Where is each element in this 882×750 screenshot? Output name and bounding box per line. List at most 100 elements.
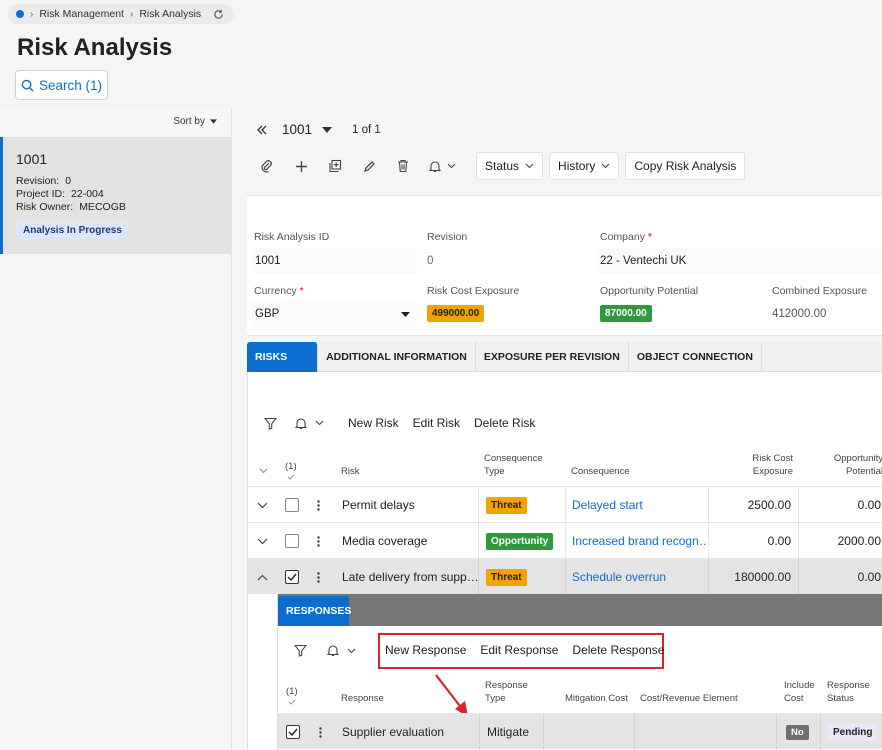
combined-exposure-label: Combined Exposure <box>772 285 868 297</box>
response-status-header[interactable]: Response Status <box>827 679 870 705</box>
table-row[interactable]: Supplier evaluation Mitigate No Pending <box>278 713 882 750</box>
sort-by-label: Sort by <box>173 116 205 127</box>
tab-bar: RISKS ADDITIONAL INFORMATION EXPOSURE PE… <box>247 342 882 372</box>
tab-exposure-per-revision[interactable]: EXPOSURE PER REVISION <box>476 342 629 372</box>
delete-icon[interactable] <box>386 152 420 180</box>
responses-grid-toolbar <box>294 644 356 657</box>
risk-cost-cell: 180000.00 <box>734 570 791 584</box>
consequence-link[interactable]: Delayed start <box>572 487 643 523</box>
caret-down-icon[interactable] <box>401 312 410 317</box>
table-row[interactable]: Media coverage Opportunity Increased bra… <box>248 522 882 559</box>
opportunity-cell: 2000.00 <box>837 534 881 548</box>
risk-analysis-form: Risk Analysis ID 1001 Revision 0 Company… <box>247 195 882 336</box>
response-header[interactable]: Response <box>341 692 384 705</box>
chevron-right-icon: › <box>30 8 34 20</box>
risk-cost-exposure-header[interactable]: Risk Cost Exposure <box>738 452 793 478</box>
responses-panel: RESPONSES New Response Edit Response Del… <box>277 594 882 750</box>
first-record-icon[interactable] <box>256 124 268 136</box>
add-icon[interactable] <box>284 152 318 180</box>
consequence-link[interactable]: Schedule overrun <box>572 559 666 595</box>
record-card-project: Project ID: 22-004 <box>16 188 104 200</box>
row-checkbox-checked[interactable] <box>286 714 300 750</box>
risk-analysis-id-value: 1001 <box>255 255 281 267</box>
record-card-revision: Revision: 0 <box>16 175 72 187</box>
home-icon[interactable] <box>16 10 24 18</box>
chevron-down-icon[interactable] <box>257 523 268 559</box>
risk-cost-exposure-badge: 499000.00 <box>427 305 485 322</box>
risks-grid: New Risk Edit Risk Delete Risk (1) Risk … <box>247 372 882 750</box>
notification-bell-icon[interactable] <box>327 644 339 657</box>
new-response-button[interactable]: New Response <box>385 643 466 657</box>
caret-down-icon[interactable] <box>322 126 333 133</box>
history-menu-button[interactable]: History <box>549 152 620 180</box>
risk-cell: Late delivery from supp… <box>342 570 479 584</box>
breadcrumb: › Risk Management › Risk Analysis <box>8 4 235 24</box>
breadcrumb-item-risk-management[interactable]: Risk Management <box>39 8 124 20</box>
chevron-down-icon[interactable] <box>315 420 324 426</box>
new-risk-button[interactable]: New Risk <box>348 416 399 430</box>
include-cost-header[interactable]: Include Cost <box>784 679 815 705</box>
opportunity-potential-label: Opportunity Potential <box>600 285 699 297</box>
row-more-icon[interactable] <box>317 523 320 559</box>
response-actions: New Response Edit Response Delete Respon… <box>385 643 678 657</box>
consequence-link[interactable]: Increased brand recogn… <box>572 523 711 559</box>
notification-bell-icon[interactable] <box>420 152 464 180</box>
row-more-icon[interactable] <box>317 487 320 523</box>
row-checkbox-checked[interactable] <box>285 559 299 595</box>
edit-icon[interactable] <box>352 152 386 180</box>
notification-bell-icon[interactable] <box>295 417 307 430</box>
chevron-down-icon[interactable] <box>257 487 268 523</box>
delete-response-button[interactable]: Delete Response <box>572 643 664 657</box>
expand-all-icon[interactable] <box>259 468 268 474</box>
chevron-down-icon[interactable] <box>347 648 356 654</box>
refresh-icon[interactable] <box>213 9 224 20</box>
breadcrumb-item-risk-analysis[interactable]: Risk Analysis <box>139 8 201 20</box>
row-more-icon[interactable] <box>317 559 320 595</box>
filter-icon[interactable] <box>264 417 277 430</box>
risk-cost-exposure-label: Risk Cost Exposure <box>427 285 520 297</box>
mitigation-cost-header[interactable]: Mitigation Cost <box>565 692 628 705</box>
record-position: 1 of 1 <box>352 123 381 136</box>
chevron-up-icon[interactable] <box>257 559 268 595</box>
row-more-icon[interactable] <box>319 714 322 750</box>
risk-header[interactable]: Risk <box>341 465 359 478</box>
sort-by-dropdown[interactable]: Sort by <box>173 116 217 127</box>
edit-risk-button[interactable]: Edit Risk <box>413 416 460 430</box>
tab-responses[interactable]: RESPONSES <box>278 596 351 626</box>
currency-label: Currency * <box>254 285 304 297</box>
row-checkbox[interactable] <box>285 487 299 523</box>
opportunity-potential-header[interactable]: Opportunity Potential <box>818 452 882 478</box>
company-label: Company * <box>600 231 652 243</box>
risk-cost-cell: 0.00 <box>767 534 791 548</box>
copy-risk-analysis-button[interactable]: Copy Risk Analysis <box>625 152 746 180</box>
status-menu-button[interactable]: Status <box>476 152 544 180</box>
table-row[interactable]: Permit delays Threat Delayed start 2500.… <box>248 486 882 523</box>
caret-down-icon <box>210 119 217 124</box>
opportunity-potential-badge: 87000.00 <box>600 305 652 322</box>
response-type-header[interactable]: Response Type <box>485 679 528 705</box>
edit-response-button[interactable]: Edit Response <box>480 643 558 657</box>
selected-count: (1) <box>285 461 297 472</box>
risk-cell: Permit delays <box>342 498 415 512</box>
search-button[interactable]: Search (1) <box>15 70 108 100</box>
consequence-type-cell: Opportunity <box>486 523 554 559</box>
current-record[interactable]: 1001 <box>282 122 312 137</box>
currency-value: GBP <box>255 308 280 320</box>
cost-revenue-element-header[interactable]: Cost/Revenue Element <box>640 692 738 705</box>
attachment-icon[interactable] <box>250 152 284 180</box>
selected-count: (1) <box>286 686 298 697</box>
consequence-type-header[interactable]: Consequence Type <box>484 452 543 478</box>
table-row[interactable]: Late delivery from supp… Threat Schedule… <box>248 558 882 595</box>
delete-risk-button[interactable]: Delete Risk <box>474 416 535 430</box>
filter-icon[interactable] <box>294 644 307 657</box>
record-card-1001[interactable]: 1001 Revision: 0 Project ID: 22-004 Risk O… <box>0 137 232 254</box>
chevron-down-icon <box>525 163 534 169</box>
responses-tab-bar <box>278 594 882 626</box>
consequence-header[interactable]: Consequence <box>571 465 630 478</box>
tab-additional-information[interactable]: ADDITIONAL INFORMATION <box>318 342 476 372</box>
duplicate-icon[interactable] <box>318 152 352 180</box>
combined-exposure-value: 412000.00 <box>772 308 827 320</box>
tab-risks[interactable]: RISKS <box>247 342 319 372</box>
row-checkbox[interactable] <box>285 523 299 559</box>
tab-object-connection[interactable]: OBJECT CONNECTION <box>629 342 762 372</box>
